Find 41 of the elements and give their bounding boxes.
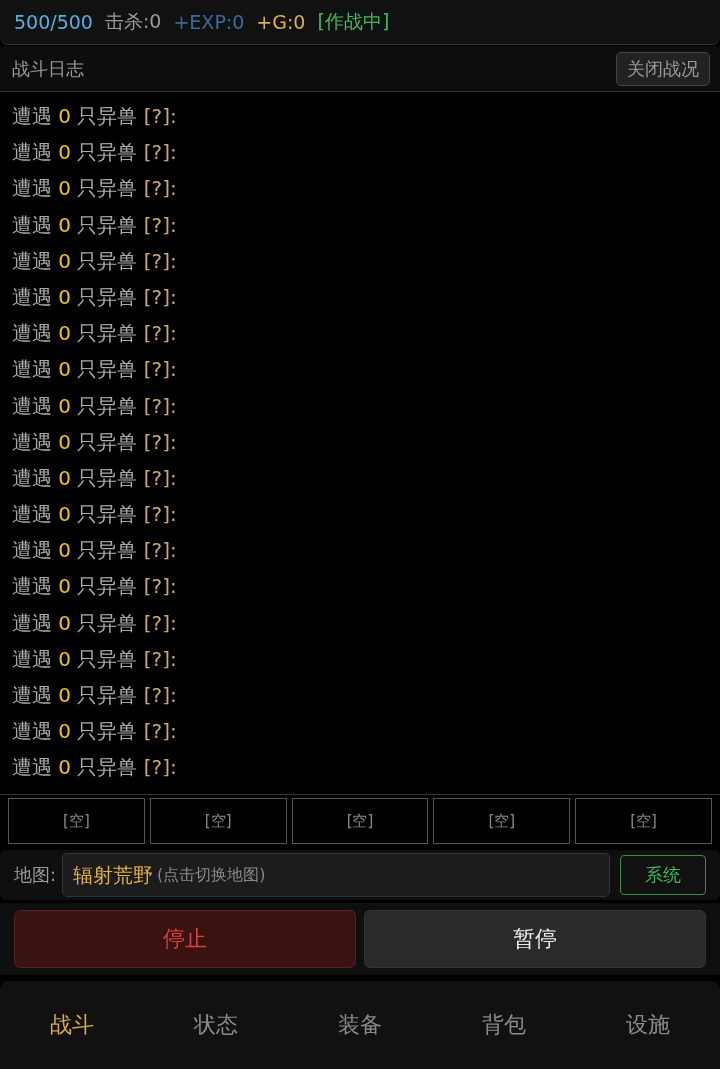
empty-slot[interactable]: [空] bbox=[8, 798, 145, 844]
log-entry: 遭遇 0 只异兽 [?]: bbox=[12, 645, 178, 673]
log-entry: 遭遇 0 只异兽 [?]: bbox=[12, 139, 178, 167]
coins-gained-text: +G:0 bbox=[256, 11, 306, 33]
nav-tab[interactable]: 状态 bbox=[144, 1010, 288, 1040]
log-entry: 遭遇 0 只异兽 [?]: bbox=[12, 356, 178, 384]
log-entry: 遭遇 0 只异兽 [?]: bbox=[12, 320, 178, 348]
close-log-button[interactable]: 关闭战况 bbox=[616, 51, 710, 86]
nav-tab[interactable]: 战斗 bbox=[0, 1010, 144, 1040]
log-entry: 遭遇 0 只异兽 [?]: bbox=[12, 392, 178, 420]
log-entry: 遭遇 0 只异兽 [?]: bbox=[12, 175, 178, 203]
log-title: 战斗日志 bbox=[12, 56, 84, 81]
battle-state-text: [作战中] bbox=[317, 9, 390, 34]
hp-text: 500/500 bbox=[14, 11, 93, 33]
log-entry: 遭遇 0 只异兽 [?]: bbox=[12, 211, 178, 239]
log-entry: 遭遇 0 只异兽 [?]: bbox=[12, 718, 178, 746]
empty-slot[interactable]: [空] bbox=[575, 798, 712, 844]
stop-button[interactable]: 停止 bbox=[14, 910, 356, 968]
empty-slot[interactable]: [空] bbox=[433, 798, 571, 844]
nav-tab[interactable]: 背包 bbox=[432, 1010, 576, 1040]
nav-tab[interactable]: 装备 bbox=[288, 1010, 432, 1040]
log-entry: 遭遇 0 只异兽 [?]: bbox=[12, 754, 178, 782]
log-entry: 遭遇 0 只异兽 [?]: bbox=[12, 464, 178, 492]
log-entry: 遭遇 0 只异兽 [?]: bbox=[12, 283, 178, 311]
kills-text: 击杀:0 bbox=[104, 9, 162, 34]
map-selector[interactable]: 辐射荒野 (点击切换地图) bbox=[62, 853, 610, 897]
empty-slot[interactable]: [空] bbox=[291, 798, 429, 844]
pause-button[interactable]: 暂停 bbox=[364, 910, 706, 968]
log-entry: 遭遇 0 只异兽 [?]: bbox=[12, 682, 178, 709]
empty-slot[interactable]: [空] bbox=[149, 798, 287, 844]
system-button[interactable]: 系统 bbox=[620, 855, 706, 895]
log-entry: 遭遇 0 只异兽 [?]: bbox=[12, 573, 178, 601]
exp-text: +EXP:0 bbox=[173, 11, 245, 33]
map-label: 地图: bbox=[14, 863, 57, 887]
log-entry: 遭遇 0 只异兽 [?]: bbox=[12, 428, 178, 456]
log-entry: 遭遇 0 只异兽 [?]: bbox=[12, 501, 178, 529]
log-entry: 遭遇 0 只异兽 [?]: bbox=[12, 609, 178, 637]
nav-tab[interactable]: 设施 bbox=[576, 1010, 720, 1040]
log-entry: 遭遇 0 只异兽 [?]: bbox=[12, 103, 178, 130]
log-entry: 遭遇 0 只异兽 [?]: bbox=[12, 247, 178, 275]
log-entry: 遭遇 0 只异兽 [?]: bbox=[12, 537, 178, 565]
